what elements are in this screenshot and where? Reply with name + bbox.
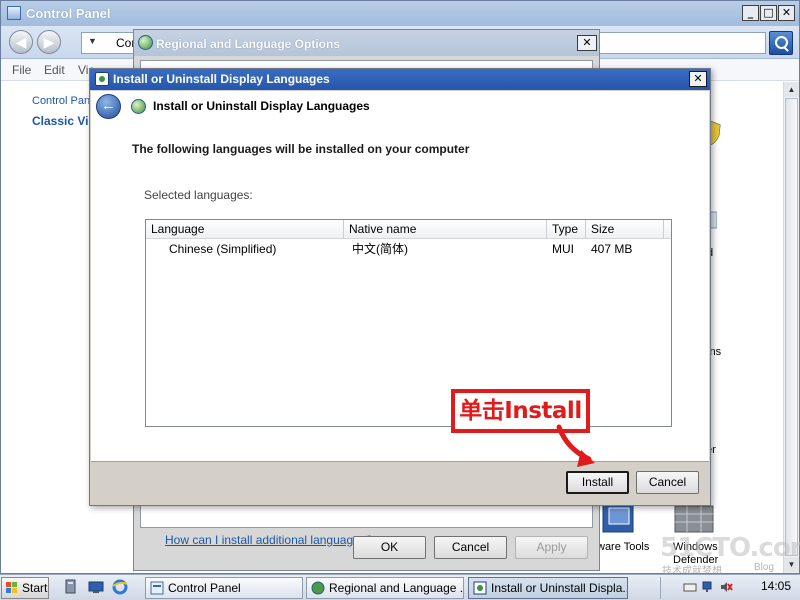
- taskbar-item-label: Regional and Language ...: [329, 581, 464, 595]
- icon-label-tools: ware Tools: [597, 541, 650, 553]
- languages-list-view[interactable]: Language Native name Type Size Chinese (…: [145, 219, 672, 427]
- start-label: Start: [22, 581, 48, 595]
- list-item[interactable]: Chinese (Simplified) 中文(简体) MUI 407 MB: [146, 240, 671, 259]
- install-dialog-heading: Install or Uninstall Display Languages: [153, 99, 370, 113]
- menu-file[interactable]: File: [12, 63, 31, 77]
- back-arrow-icon[interactable]: ◀: [9, 30, 33, 54]
- close-icon[interactable]: ✕: [778, 5, 795, 21]
- taskbar-clock[interactable]: 14:05: [761, 579, 791, 593]
- row-type: MUI: [552, 242, 574, 256]
- globe-icon: [131, 99, 146, 114]
- column-size[interactable]: Size: [586, 220, 664, 239]
- ok-button[interactable]: OK: [353, 536, 426, 559]
- list-header: Language Native name Type Size: [146, 220, 671, 239]
- menu-edit[interactable]: Edit: [44, 63, 65, 77]
- watermark-blog: Blog: [754, 562, 775, 573]
- sidebar-link-classic-view[interactable]: Classic Vie: [32, 114, 95, 128]
- chevron-down-icon[interactable]: ▼: [88, 36, 97, 46]
- install-dialog-content: The following languages will be installe…: [91, 129, 709, 461]
- windows-logo-icon: [6, 582, 18, 594]
- row-native-name: 中文(简体): [352, 242, 408, 256]
- column-language[interactable]: Language: [146, 220, 344, 239]
- search-input[interactable]: [586, 32, 766, 54]
- footer-divider: [91, 461, 709, 462]
- control-panel-app-icon: [7, 6, 21, 20]
- scrollbar-thumb[interactable]: [785, 98, 798, 556]
- regional-dialog-title: Regional and Language Options: [156, 37, 341, 51]
- annotation-arrow-icon: [556, 424, 595, 467]
- row-language: Chinese (Simplified): [169, 242, 277, 256]
- annotation-text: 单击Install: [459, 398, 582, 424]
- selected-languages-label: Selected languages:: [144, 188, 253, 202]
- column-type[interactable]: Type: [547, 220, 586, 239]
- internet-explorer-icon[interactable]: [112, 579, 128, 595]
- taskbar-item-label: Control Panel: [168, 581, 241, 595]
- install-dialog-header: ← Install or Uninstall Display Languages: [91, 91, 709, 129]
- vertical-scrollbar[interactable]: ▲ ▼: [783, 82, 799, 573]
- forward-arrow-icon[interactable]: ▶: [37, 30, 61, 54]
- column-native-name[interactable]: Native name: [344, 220, 547, 239]
- keyboard-icon[interactable]: [683, 580, 697, 594]
- apply-button[interactable]: Apply: [515, 536, 588, 559]
- globe-icon: [311, 581, 325, 595]
- taskbar-item-control-panel[interactable]: Control Panel: [145, 577, 303, 599]
- volume-muted-icon[interactable]: [719, 580, 733, 594]
- system-tray: 14:05: [660, 577, 799, 599]
- row-size: 407 MB: [591, 242, 633, 256]
- search-icon[interactable]: [769, 31, 793, 55]
- start-button[interactable]: Start: [1, 577, 49, 599]
- scroll-up-icon[interactable]: ▲: [784, 82, 799, 97]
- close-icon[interactable]: ✕: [577, 35, 597, 51]
- taskbar: Start Control Panel Regional and Languag…: [0, 574, 800, 600]
- language-icon: [95, 72, 109, 86]
- regional-dialog-titlebar[interactable]: Regional and Language Options ✕: [134, 30, 599, 56]
- minimize-icon[interactable]: _: [742, 5, 759, 21]
- maximize-icon[interactable]: □: [760, 5, 777, 21]
- back-arrow-icon[interactable]: ←: [96, 94, 121, 119]
- taskbar-item-install-languages[interactable]: Install or Uninstall Displa...: [468, 577, 628, 599]
- address-bar[interactable]: ▼ Cor: [81, 32, 141, 54]
- close-icon[interactable]: ✕: [689, 71, 707, 87]
- install-languages-help-link[interactable]: How can I install additional languages?: [165, 533, 372, 547]
- control-panel-titlebar[interactable]: Control Panel _ □ ✕: [1, 1, 799, 26]
- control-panel-icon: [150, 581, 164, 595]
- cancel-button[interactable]: Cancel: [636, 471, 699, 494]
- language-icon: [473, 581, 487, 595]
- network-icon[interactable]: [701, 580, 715, 594]
- show-desktop-icon[interactable]: [88, 579, 104, 595]
- cancel-button[interactable]: Cancel: [434, 536, 507, 559]
- install-languages-dialog: Install or Uninstall Display Languages ✕…: [89, 68, 711, 506]
- watermark-logo: 51CTO.com: [660, 533, 800, 563]
- server-manager-icon[interactable]: [64, 579, 80, 595]
- taskbar-item-regional-options[interactable]: Regional and Language ...: [306, 577, 464, 599]
- install-dialog-title: Install or Uninstall Display Languages: [113, 72, 330, 86]
- install-dialog-titlebar[interactable]: Install or Uninstall Display Languages ✕: [90, 69, 710, 90]
- globe-icon: [138, 35, 153, 50]
- window-controls: _ □ ✕: [742, 5, 795, 21]
- taskbar-item-label: Install or Uninstall Displa...: [491, 581, 628, 595]
- install-lead-text: The following languages will be installe…: [132, 142, 470, 156]
- control-panel-title: Control Panel: [26, 6, 111, 21]
